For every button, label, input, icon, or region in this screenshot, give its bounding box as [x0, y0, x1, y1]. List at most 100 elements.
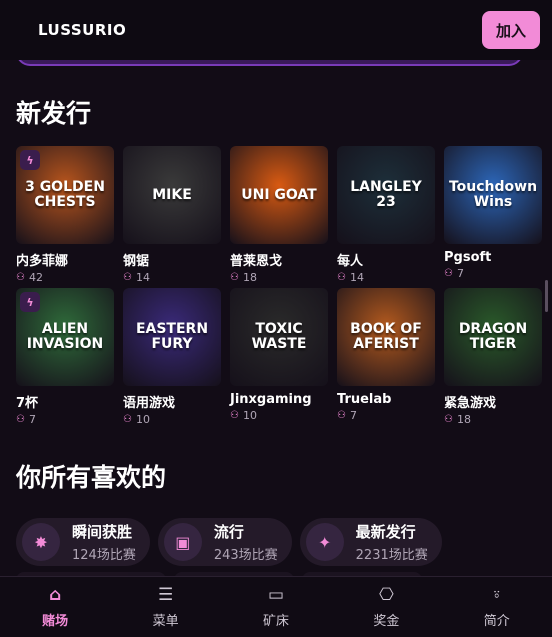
users-icon: ⚇: [16, 272, 25, 283]
nav-item-3[interactable]: ▭ 矿床: [236, 585, 316, 629]
game-thumbnail[interactable]: MIKE: [123, 146, 221, 244]
game-title: 7杯: [16, 396, 39, 411]
game-title: Jinxgaming: [230, 392, 312, 407]
player-count: ⚇ 10: [123, 413, 221, 426]
section-title-new-releases: 新发行: [16, 99, 92, 128]
users-icon: ⚇: [230, 410, 239, 421]
nav-label: 简介: [483, 614, 510, 629]
category-count: 124场比赛: [72, 548, 136, 563]
game-art-text: LANGLEY 23: [350, 179, 422, 210]
user-icon: ⍤: [491, 585, 502, 605]
game-card[interactable]: LANGLEY 23 每人 ⚇ 14: [337, 146, 435, 288]
player-count: ⚇ 10: [230, 409, 328, 422]
scrollbar[interactable]: [545, 280, 548, 312]
player-count-value: 14: [349, 271, 364, 284]
category-pill[interactable]: ▣ 流行 243场比赛: [157, 518, 292, 566]
player-count-value: 7: [28, 413, 36, 426]
player-count-value: 10: [135, 413, 150, 426]
game-title: Pgsoft: [444, 250, 492, 265]
game-art-text: ALIEN INVASION: [26, 321, 104, 352]
category-title: 瞬间获胜: [72, 523, 133, 541]
game-title: Truelab: [337, 392, 392, 407]
category-title: 最新发行: [355, 523, 416, 541]
player-count-value: 14: [135, 271, 150, 284]
category-title: 流行: [213, 523, 244, 541]
player-count-value: 7: [456, 267, 464, 280]
home-icon: ⌂: [49, 585, 62, 605]
game-thumbnail[interactable]: TOXIC WASTE: [230, 288, 328, 386]
lightning-icon: ϟ: [20, 150, 40, 170]
game-thumbnail[interactable]: Touchdown Wins: [444, 146, 542, 244]
game-thumbnail[interactable]: DRAGON TIGER: [444, 288, 542, 386]
category-pill[interactable]: ✸ 瞬间获胜 124场比赛: [16, 518, 150, 566]
player-count-value: 18: [242, 271, 257, 284]
game-art-text: UNI GOAT: [241, 186, 317, 203]
game-title: 每人: [337, 254, 364, 269]
nav-item-1[interactable]: ⌂ 赌场: [15, 585, 95, 629]
game-art-text: Touchdown Wins: [448, 179, 538, 210]
logo[interactable]: LUSSURIO: [38, 21, 126, 39]
game-title: 钢锯: [123, 254, 150, 269]
game-card[interactable]: 3 GOLDEN CHESTS ϟ 内多菲娜 ⚇ 42: [16, 146, 114, 288]
player-count: ⚇ 18: [230, 271, 328, 284]
game-art-text: BOOK OF AFERIST: [350, 321, 422, 352]
join-button[interactable]: 加入: [482, 11, 540, 49]
users-icon: ⚇: [444, 268, 453, 279]
game-thumbnail[interactable]: EASTERN FURY: [123, 288, 221, 386]
player-count: ⚇ 14: [337, 271, 435, 284]
nav-item-2[interactable]: ☰ 菜单: [126, 585, 206, 629]
game-card[interactable]: BOOK OF AFERIST Truelab ⚇ 7: [337, 288, 435, 430]
menu-search-icon: ☰: [157, 585, 174, 605]
category-count: 243场比赛: [213, 548, 278, 563]
game-thumbnail[interactable]: LANGLEY 23: [337, 146, 435, 244]
player-count: ⚇ 42: [16, 271, 114, 284]
game-card[interactable]: MIKE 钢锯 ⚇ 14: [123, 146, 221, 288]
game-card[interactable]: ALIEN INVASION ϟ 7杯 ⚇ 7: [16, 288, 114, 430]
game-art-text: MIKE: [152, 186, 192, 203]
category-pill[interactable]: ✦ 最新发行 2231场比赛: [299, 518, 442, 566]
game-art-text: 3 GOLDEN CHESTS: [25, 179, 105, 210]
player-count-value: 18: [456, 413, 471, 426]
lightning-icon: ϟ: [20, 292, 40, 312]
bottom-nav: ⌂ 赌场 ☰ 菜单 ▭ 矿床 ⎔ 奖金 ⍤ 简介: [0, 576, 552, 637]
player-count-value: 42: [28, 271, 43, 284]
player-count: ⚇ 7: [337, 409, 435, 422]
users-icon: ⚇: [16, 414, 25, 425]
nav-label: 赌场: [42, 614, 69, 629]
burst-icon: ✸: [22, 523, 60, 561]
category-count: 2231场比赛: [355, 548, 428, 563]
game-card[interactable]: Touchdown Wins Pgsoft ⚇ 7: [444, 146, 542, 288]
game-thumbnail[interactable]: UNI GOAT: [230, 146, 328, 244]
sparkle-icon: ✦: [305, 523, 344, 561]
nav-label: 奖金: [373, 614, 400, 629]
player-count-value: 10: [242, 409, 257, 422]
users-icon: ⚇: [230, 272, 239, 283]
users-icon: ⚇: [337, 410, 346, 421]
users-icon: ⚇: [444, 414, 453, 425]
game-card[interactable]: UNI GOAT 普莱恩戈 ⚇ 18: [230, 146, 328, 288]
game-art-text: EASTERN FURY: [135, 321, 209, 352]
game-art-text: TOXIC WASTE: [251, 321, 307, 352]
game-thumbnail[interactable]: ALIEN INVASION ϟ: [16, 288, 114, 386]
nav-item-4[interactable]: ⎔ 奖金: [346, 585, 426, 629]
player-count: ⚇ 7: [16, 413, 114, 426]
nav-item-5[interactable]: ⍤ 简介: [457, 585, 537, 629]
game-card[interactable]: DRAGON TIGER 紧急游戏 ⚇ 18: [444, 288, 542, 430]
game-art-text: DRAGON TIGER: [458, 321, 528, 352]
wallet-icon: ▭: [267, 585, 284, 605]
gift-icon: ⎔: [378, 585, 394, 605]
game-card[interactable]: EASTERN FURY 语用游戏 ⚇ 10: [123, 288, 221, 430]
game-title: 语用游戏: [123, 396, 176, 411]
category-pills: ✸ 瞬间获胜 124场比赛 ▣ 流行 243场比赛 ✦ 最新发行 2231场比赛: [16, 518, 442, 566]
game-title: 紧急游戏: [444, 396, 497, 411]
game-title: 内多菲娜: [16, 254, 69, 269]
game-thumbnail[interactable]: BOOK OF AFERIST: [337, 288, 435, 386]
game-card[interactable]: TOXIC WASTE Jinxgaming ⚇ 10: [230, 288, 328, 430]
section-title-favorites: 你所有喜欢的: [16, 463, 167, 492]
users-icon: ⚇: [123, 414, 132, 425]
top-header: LUSSURIO 加入: [0, 0, 552, 60]
player-count: ⚇ 18: [444, 413, 542, 426]
ticket-icon: ▣: [163, 523, 202, 561]
player-count: ⚇ 7: [444, 267, 542, 280]
game-thumbnail[interactable]: 3 GOLDEN CHESTS ϟ: [16, 146, 114, 244]
